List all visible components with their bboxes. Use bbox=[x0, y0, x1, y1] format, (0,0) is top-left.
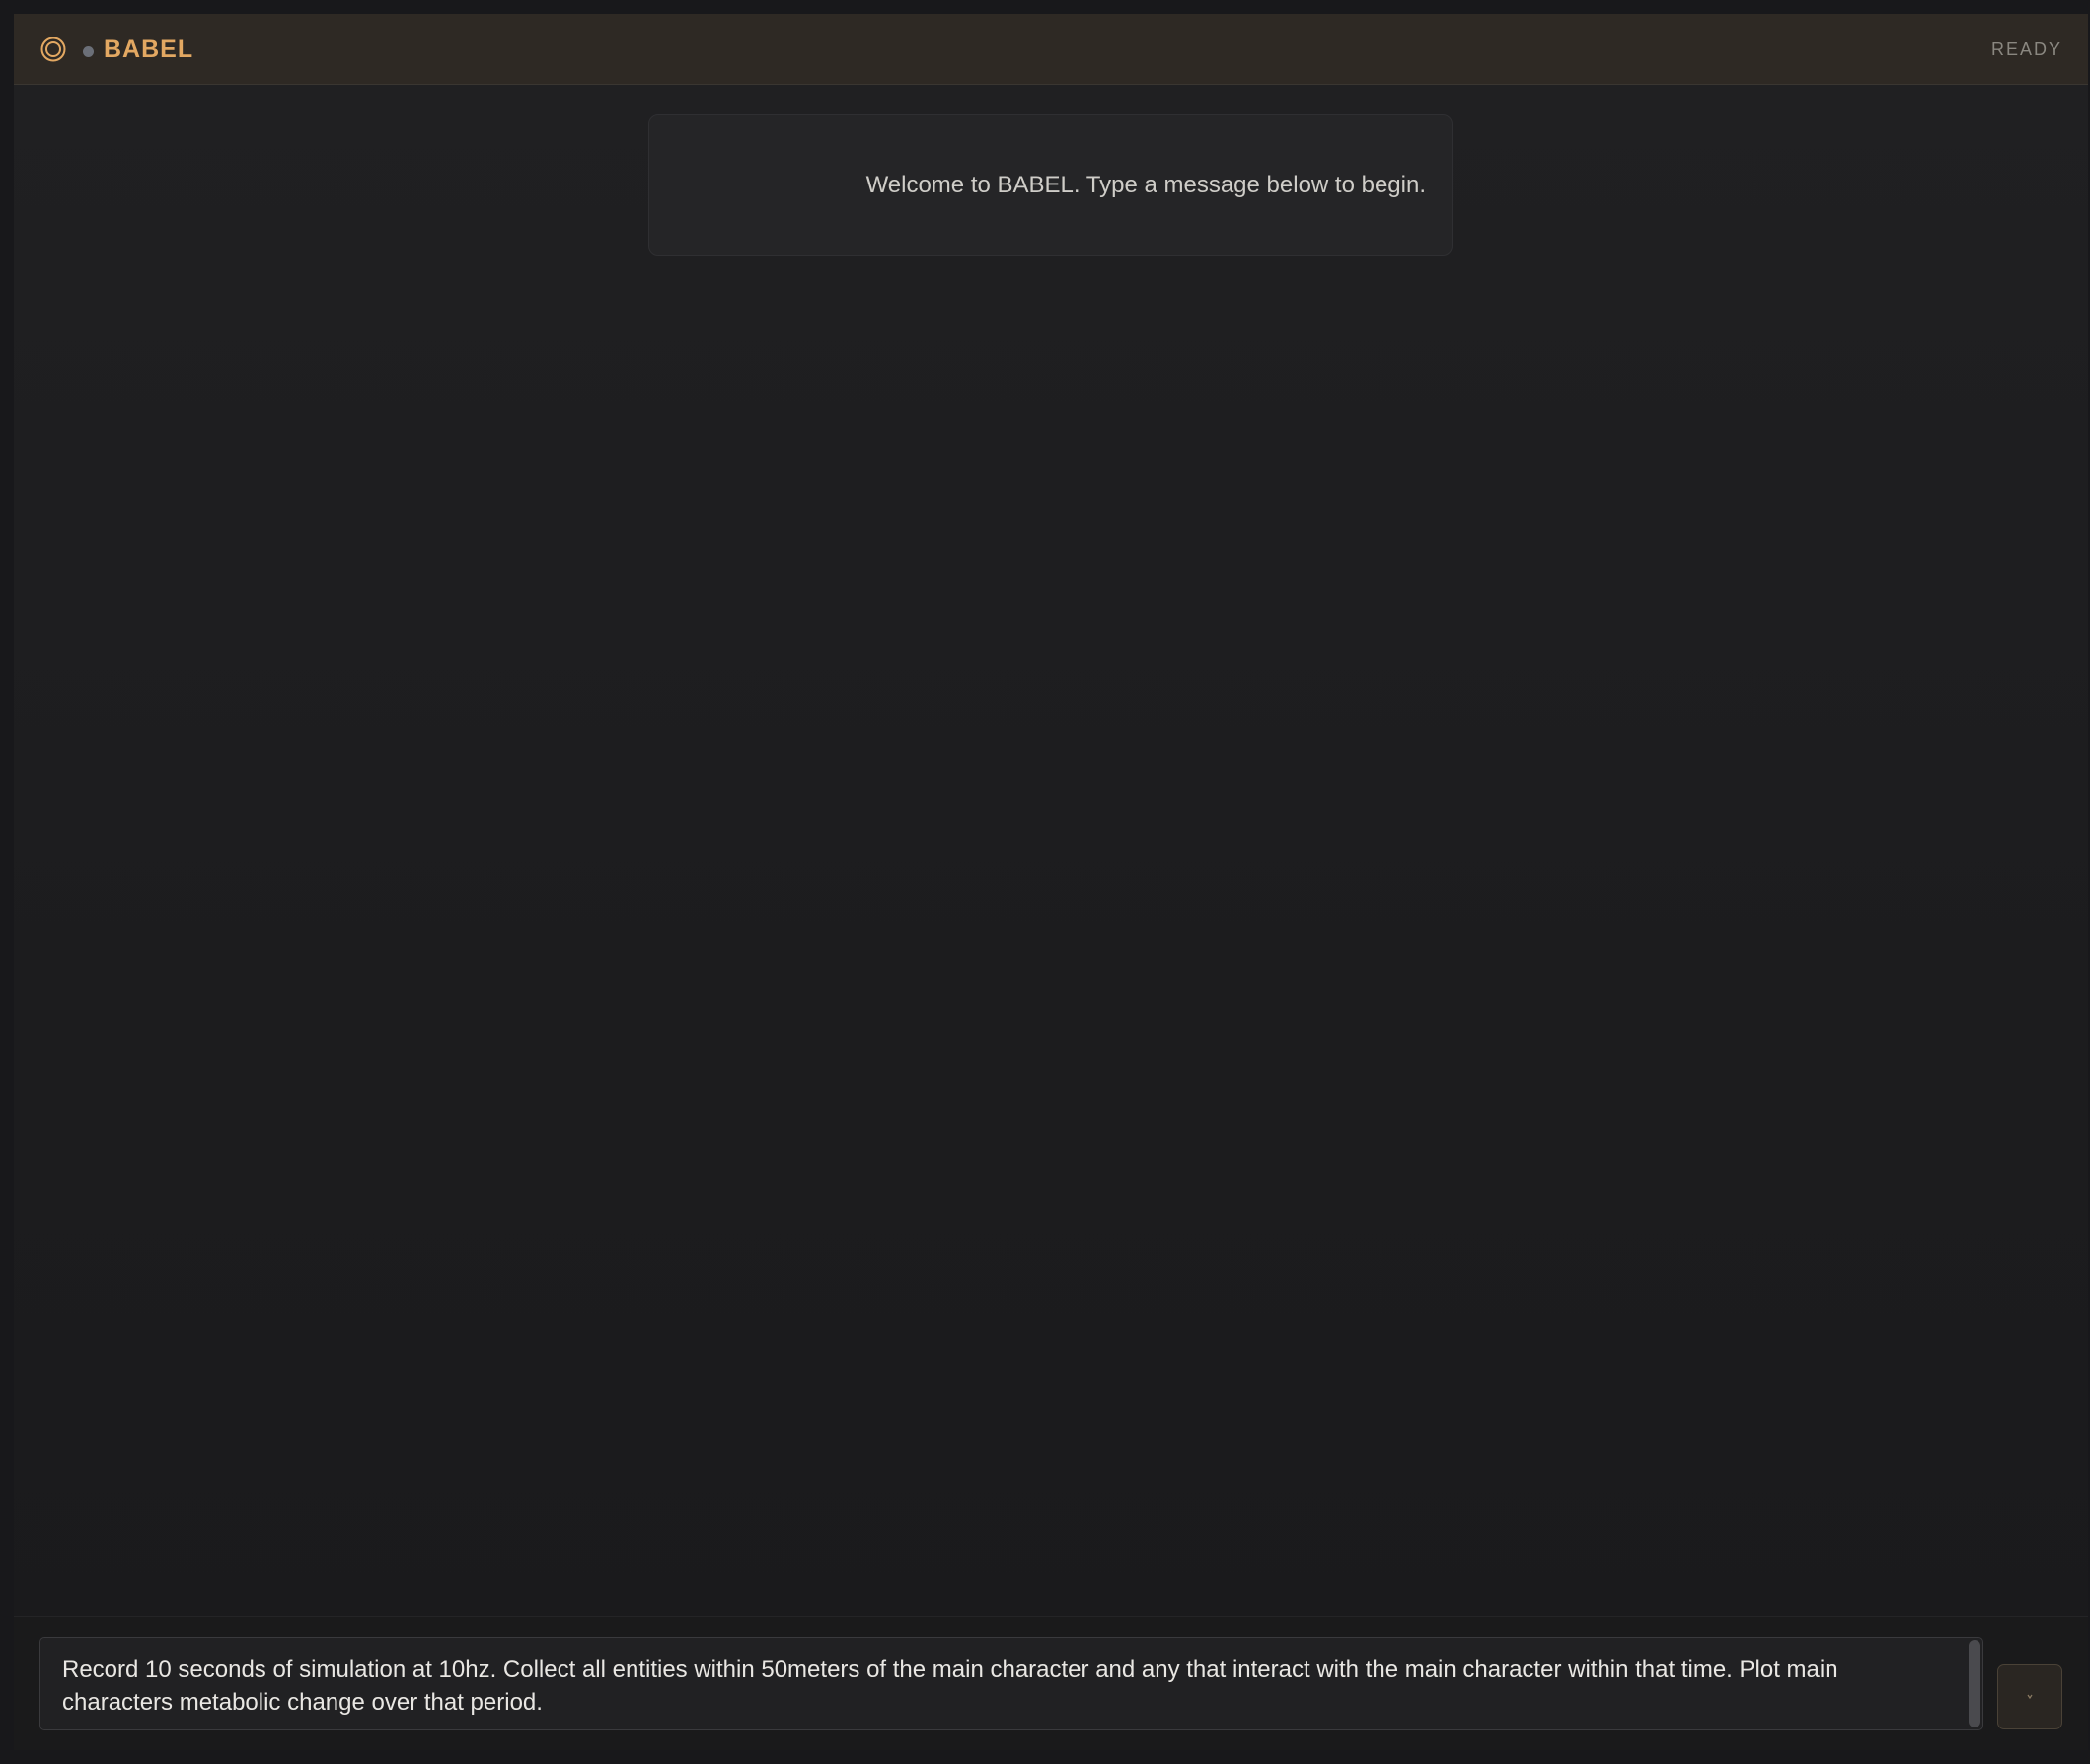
input-scrollbar[interactable] bbox=[1969, 1640, 1980, 1727]
message-composer: Record 10 seconds of simulation at 10hz.… bbox=[14, 1616, 2088, 1750]
app-header: BABEL READY bbox=[14, 14, 2088, 85]
message-input-text: Record 10 seconds of simulation at 10hz.… bbox=[62, 1656, 1838, 1716]
welcome-message: Welcome to BABEL. Type a message below t… bbox=[648, 114, 1453, 256]
app-window: BABEL READY Welcome to BABEL. Type a mes… bbox=[14, 14, 2088, 1750]
welcome-message-text: Welcome to BABEL. Type a message below t… bbox=[865, 172, 1426, 198]
status-badge: READY bbox=[1990, 39, 2062, 59]
status-dot-icon bbox=[83, 46, 94, 57]
send-icon bbox=[2027, 1694, 2033, 1700]
message-input[interactable]: Record 10 seconds of simulation at 10hz.… bbox=[39, 1637, 1983, 1730]
brand-title: BABEL bbox=[104, 36, 194, 63]
send-button[interactable] bbox=[1997, 1664, 2062, 1729]
concentric-circle-icon bbox=[40, 37, 66, 62]
